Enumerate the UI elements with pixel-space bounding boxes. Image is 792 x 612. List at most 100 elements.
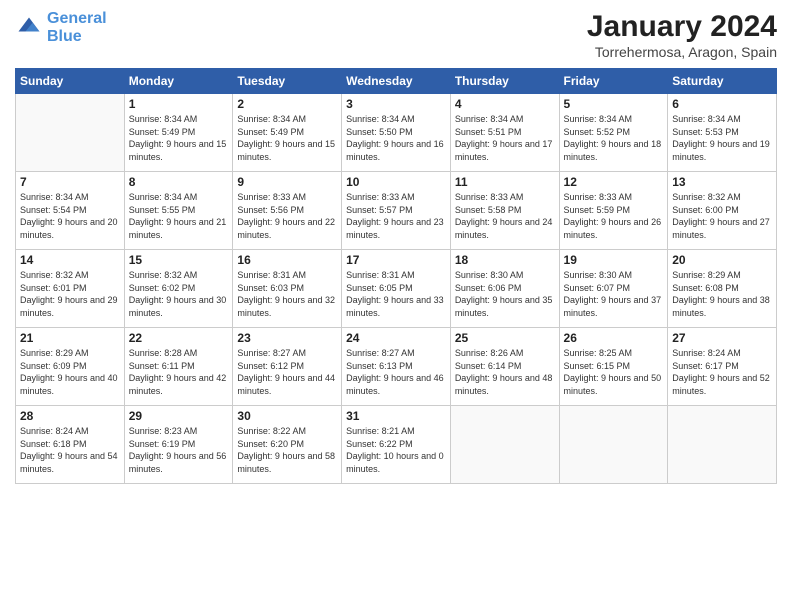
day-detail: Sunrise: 8:24 AM Sunset: 6:18 PM Dayligh… [20, 425, 120, 475]
day-number: 9 [237, 175, 337, 189]
day-detail: Sunrise: 8:34 AM Sunset: 5:55 PM Dayligh… [129, 191, 229, 241]
table-row: 7Sunrise: 8:34 AM Sunset: 5:54 PM Daylig… [16, 172, 125, 250]
day-detail: Sunrise: 8:28 AM Sunset: 6:11 PM Dayligh… [129, 347, 229, 397]
table-row: 28Sunrise: 8:24 AM Sunset: 6:18 PM Dayli… [16, 406, 125, 484]
day-detail: Sunrise: 8:34 AM Sunset: 5:52 PM Dayligh… [564, 113, 664, 163]
day-number: 2 [237, 97, 337, 111]
calendar-header-row: Sunday Monday Tuesday Wednesday Thursday… [16, 69, 777, 94]
day-detail: Sunrise: 8:24 AM Sunset: 6:17 PM Dayligh… [672, 347, 772, 397]
day-detail: Sunrise: 8:33 AM Sunset: 5:58 PM Dayligh… [455, 191, 555, 241]
col-monday: Monday [124, 69, 233, 94]
table-row: 30 Sunrise: 8:22 AM Sunset: 6:20 PM Dayli… [233, 406, 342, 484]
table-row: 20 Sunrise: 8:29 AM Sunset: 6:08 PM Dayli… [668, 250, 777, 328]
day-detail: Sunrise: 8:29 AM Sunset: 6:08 PM Dayligh… [672, 269, 772, 319]
table-row: 2Sunrise: 8:34 AM Sunset: 5:49 PM Daylig… [233, 94, 342, 172]
table-row: 25Sunrise: 8:26 AM Sunset: 6:14 PM Dayli… [450, 328, 559, 406]
day-detail: Sunrise: 8:23 AM Sunset: 6:19 PM Dayligh… [129, 425, 229, 475]
day-number: 3 [346, 97, 446, 111]
table-row: 18Sunrise: 8:30 AM Sunset: 6:06 PM Dayli… [450, 250, 559, 328]
table-row: 22 Sunrise: 8:28 AM Sunset: 6:11 PM Dayli… [124, 328, 233, 406]
day-detail: Sunrise: 8:33 AM Sunset: 5:56 PM Dayligh… [237, 191, 337, 241]
day-detail: Sunrise: 8:27 AM Sunset: 6:12 PM Dayligh… [237, 347, 337, 397]
day-number: 20 [672, 253, 772, 267]
day-number: 30 [237, 409, 337, 423]
table-row: 24 Sunrise: 8:27 AM Sunset: 6:13 PM Dayli… [342, 328, 451, 406]
day-detail: Sunrise: 8:22 AM Sunset: 6:20 PM Dayligh… [237, 425, 337, 475]
day-detail: Sunrise: 8:21 AM Sunset: 6:22 PM Dayligh… [346, 425, 446, 475]
col-wednesday: Wednesday [342, 69, 451, 94]
title-block: January 2024 Torrehermosa, Aragon, Spain [587, 10, 777, 60]
table-row [559, 406, 668, 484]
table-row: 10 Sunrise: 8:33 AM Sunset: 5:57 PM Dayli… [342, 172, 451, 250]
day-detail: Sunrise: 8:26 AM Sunset: 6:14 PM Dayligh… [455, 347, 555, 397]
day-detail: Sunrise: 8:34 AM Sunset: 5:54 PM Dayligh… [20, 191, 120, 241]
day-number: 22 [129, 331, 229, 345]
table-row: 15Sunrise: 8:32 AM Sunset: 6:02 PM Dayli… [124, 250, 233, 328]
table-row [16, 94, 125, 172]
table-row: 23Sunrise: 8:27 AM Sunset: 6:12 PM Dayli… [233, 328, 342, 406]
table-row: 14Sunrise: 8:32 AM Sunset: 6:01 PM Dayli… [16, 250, 125, 328]
day-number: 13 [672, 175, 772, 189]
month-year: January 2024 [587, 10, 777, 44]
day-detail: Sunrise: 8:34 AM Sunset: 5:51 PM Dayligh… [455, 113, 555, 163]
day-detail: Sunrise: 8:30 AM Sunset: 6:06 PM Dayligh… [455, 269, 555, 319]
table-row: 26Sunrise: 8:25 AM Sunset: 6:15 PM Dayli… [559, 328, 668, 406]
calendar-week-row: 21 Sunrise: 8:29 AM Sunset: 6:09 PM Dayli… [16, 328, 777, 406]
col-friday: Friday [559, 69, 668, 94]
table-row: 8 Sunrise: 8:34 AM Sunset: 5:55 PM Daylig… [124, 172, 233, 250]
day-detail: Sunrise: 8:34 AM Sunset: 5:53 PM Dayligh… [672, 113, 772, 163]
table-row: 16 Sunrise: 8:31 AM Sunset: 6:03 PM Dayli… [233, 250, 342, 328]
day-number: 27 [672, 331, 772, 345]
table-row: 11Sunrise: 8:33 AM Sunset: 5:58 PM Dayli… [450, 172, 559, 250]
table-row [668, 406, 777, 484]
logo-text: GeneralBlue [47, 10, 107, 45]
day-number: 10 [346, 175, 446, 189]
table-row: 4 Sunrise: 8:34 AM Sunset: 5:51 PM Daylig… [450, 94, 559, 172]
day-number: 6 [672, 97, 772, 111]
day-detail: Sunrise: 8:31 AM Sunset: 6:05 PM Dayligh… [346, 269, 446, 319]
table-row: 6 Sunrise: 8:34 AM Sunset: 5:53 PM Daylig… [668, 94, 777, 172]
table-row: 31 Sunrise: 8:21 AM Sunset: 6:22 PM Dayli… [342, 406, 451, 484]
day-detail: Sunrise: 8:32 AM Sunset: 6:02 PM Dayligh… [129, 269, 229, 319]
table-row [450, 406, 559, 484]
day-number: 8 [129, 175, 229, 189]
table-row: 12Sunrise: 8:33 AM Sunset: 5:59 PM Dayli… [559, 172, 668, 250]
day-number: 17 [346, 253, 446, 267]
col-saturday: Saturday [668, 69, 777, 94]
day-number: 21 [20, 331, 120, 345]
calendar-table: Sunday Monday Tuesday Wednesday Thursday… [15, 68, 777, 484]
table-row: 27 Sunrise: 8:24 AM Sunset: 6:17 PM Dayli… [668, 328, 777, 406]
day-detail: Sunrise: 8:27 AM Sunset: 6:13 PM Dayligh… [346, 347, 446, 397]
day-detail: Sunrise: 8:34 AM Sunset: 5:50 PM Dayligh… [346, 113, 446, 163]
day-number: 16 [237, 253, 337, 267]
day-number: 31 [346, 409, 446, 423]
calendar-week-row: 7Sunrise: 8:34 AM Sunset: 5:54 PM Daylig… [16, 172, 777, 250]
day-detail: Sunrise: 8:29 AM Sunset: 6:09 PM Dayligh… [20, 347, 120, 397]
table-row: 17 Sunrise: 8:31 AM Sunset: 6:05 PM Dayli… [342, 250, 451, 328]
logo-icon [15, 14, 43, 42]
table-row: 1Sunrise: 8:34 AM Sunset: 5:49 PM Daylig… [124, 94, 233, 172]
table-row: 19 Sunrise: 8:30 AM Sunset: 6:07 PM Dayli… [559, 250, 668, 328]
calendar-week-row: 14Sunrise: 8:32 AM Sunset: 6:01 PM Dayli… [16, 250, 777, 328]
logo: GeneralBlue [15, 10, 107, 45]
day-number: 24 [346, 331, 446, 345]
col-thursday: Thursday [450, 69, 559, 94]
day-detail: Sunrise: 8:30 AM Sunset: 6:07 PM Dayligh… [564, 269, 664, 319]
day-number: 29 [129, 409, 229, 423]
day-detail: Sunrise: 8:32 AM Sunset: 6:00 PM Dayligh… [672, 191, 772, 241]
table-row: 3 Sunrise: 8:34 AM Sunset: 5:50 PM Daylig… [342, 94, 451, 172]
table-row: 21 Sunrise: 8:29 AM Sunset: 6:09 PM Dayli… [16, 328, 125, 406]
header: GeneralBlue January 2024 Torrehermosa, A… [15, 10, 777, 60]
page: GeneralBlue January 2024 Torrehermosa, A… [0, 0, 792, 612]
day-number: 19 [564, 253, 664, 267]
day-detail: Sunrise: 8:33 AM Sunset: 5:57 PM Dayligh… [346, 191, 446, 241]
col-sunday: Sunday [16, 69, 125, 94]
table-row: 29 Sunrise: 8:23 AM Sunset: 6:19 PM Dayli… [124, 406, 233, 484]
day-number: 1 [129, 97, 229, 111]
day-detail: Sunrise: 8:32 AM Sunset: 6:01 PM Dayligh… [20, 269, 120, 319]
day-detail: Sunrise: 8:31 AM Sunset: 6:03 PM Dayligh… [237, 269, 337, 319]
day-number: 4 [455, 97, 555, 111]
location: Torrehermosa, Aragon, Spain [587, 44, 777, 60]
table-row: 13 Sunrise: 8:32 AM Sunset: 6:00 PM Dayli… [668, 172, 777, 250]
day-number: 5 [564, 97, 664, 111]
